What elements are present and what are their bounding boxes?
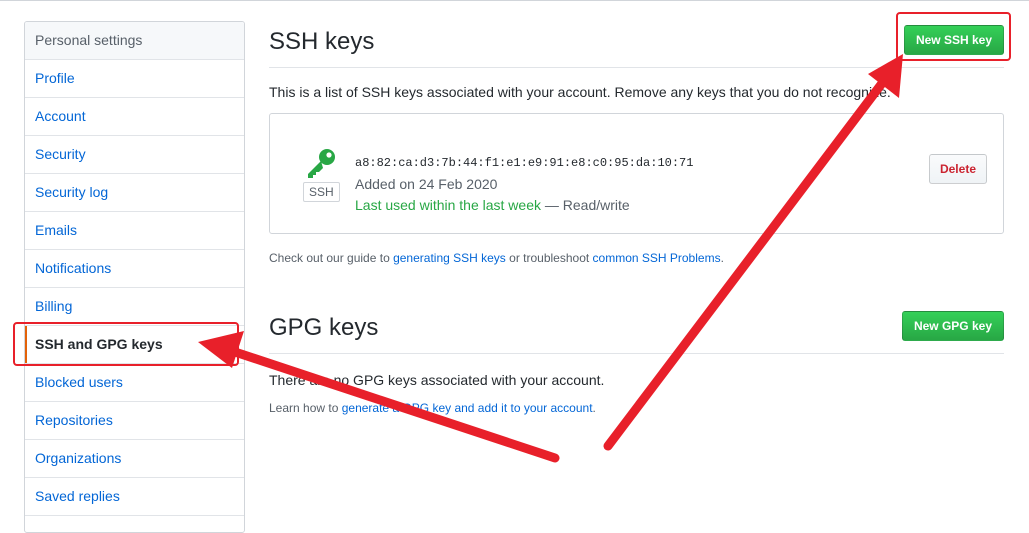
ssh-help-prefix: Check out our guide to: [269, 251, 394, 265]
ssh-key-fingerprint: a8:82:ca:d3:7b:44:f1:e1:e9:91:e8:c0:95:d…: [355, 156, 694, 170]
sidebar-item-account[interactable]: Account: [25, 98, 244, 136]
sidebar-item-saved-replies[interactable]: Saved replies: [25, 478, 244, 516]
key-icon: [308, 149, 335, 178]
annotation-box-ssh-gpg: [13, 322, 239, 366]
common-ssh-problems-link[interactable]: common SSH Problems: [593, 251, 721, 265]
sidebar-item-security-log[interactable]: Security log: [25, 174, 244, 212]
gpg-help-text: Learn how to generate a GPG key and add …: [269, 401, 596, 415]
sidebar-item-profile[interactable]: Profile: [25, 60, 244, 98]
ssh-help-middle: or troubleshoot: [505, 251, 593, 265]
ssh-key-access: — Read/write: [541, 197, 630, 213]
ssh-type-badge: SSH: [303, 182, 340, 202]
ssh-key-usage: Last used within the last week — Read/wr…: [355, 197, 630, 213]
ssh-help-text: Check out our guide to generating SSH ke…: [269, 251, 724, 265]
generating-ssh-keys-link[interactable]: generating SSH keys: [393, 251, 506, 265]
ssh-key-added-date: Added on 24 Feb 2020: [355, 176, 498, 192]
ssh-key-last-used: Last used within the last week: [355, 197, 541, 213]
settings-sidebar: Personal settings Profile Account Securi…: [24, 21, 245, 533]
sidebar-item-blocked-users[interactable]: Blocked users: [25, 364, 244, 402]
gpg-keys-title: GPG keys: [269, 314, 379, 341]
gpg-divider: [269, 353, 1004, 354]
generate-gpg-key-link[interactable]: generate a GPG key and add it to your ac…: [342, 401, 593, 415]
annotation-box-new-ssh-key: [896, 12, 1011, 61]
sidebar-item-billing[interactable]: Billing: [25, 288, 244, 326]
sidebar-item-emails[interactable]: Emails: [25, 212, 244, 250]
new-gpg-key-button[interactable]: New GPG key: [901, 311, 1004, 341]
ssh-keys-title: SSH keys: [269, 28, 375, 55]
sidebar-header: Personal settings: [25, 22, 244, 60]
sidebar-item-repositories[interactable]: Repositories: [25, 402, 244, 440]
sidebar-item-organizations[interactable]: Organizations: [25, 440, 244, 478]
ssh-help-suffix: .: [720, 251, 724, 265]
gpg-help-prefix: Learn how to: [269, 401, 342, 415]
top-border: [0, 0, 1029, 1]
ssh-divider: [269, 67, 1004, 68]
ssh-intro-text: This is a list of SSH keys associated wi…: [269, 84, 891, 100]
gpg-help-suffix: .: [592, 401, 596, 415]
sidebar-item-security[interactable]: Security: [25, 136, 244, 174]
gpg-empty-text: There are no GPG keys associated with yo…: [269, 372, 605, 388]
ssh-key-item: SSH a8:82:ca:d3:7b:44:f1:e1:e9:91:e8:c0:…: [269, 113, 1004, 234]
sidebar-item-notifications[interactable]: Notifications: [25, 250, 244, 288]
delete-ssh-key-button[interactable]: Delete: [928, 154, 987, 184]
